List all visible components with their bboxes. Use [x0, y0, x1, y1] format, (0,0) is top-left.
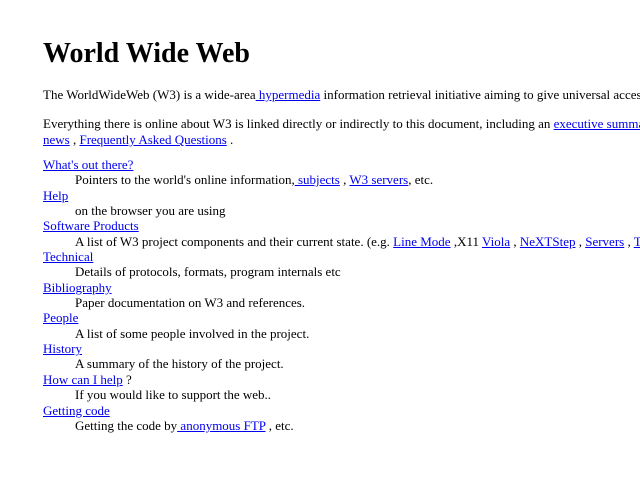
intro-text-before: The WorldWideWeb (W3) is a wide-area	[43, 87, 256, 102]
help-link[interactable]: Help	[43, 188, 68, 203]
topic-term: How can I help ?	[43, 372, 640, 387]
topic-term: Help	[43, 188, 640, 203]
topic-description: A list of W3 project components and thei…	[75, 234, 640, 249]
hypermedia-link[interactable]: hypermedia	[256, 87, 320, 102]
overview-separator: ,	[69, 132, 80, 147]
x11-text: ,X11	[450, 233, 482, 249]
tools-link[interactable]: To	[634, 234, 640, 249]
how-can-i-help-desc: If you would like to support the web..	[75, 387, 272, 403]
desc-suffix: , etc.	[408, 172, 434, 188]
getting-code-link[interactable]: Getting code	[43, 403, 110, 418]
history-desc: A summary of the history of the project.	[75, 356, 284, 372]
help-question-suffix: ?	[122, 371, 132, 387]
intro-paragraph: The WorldWideWeb (W3) is a wide-area hyp…	[43, 87, 640, 103]
overview-text: Everything there is online about W3 is l…	[43, 116, 554, 131]
whats-out-there-link[interactable]: What's out there?	[43, 157, 133, 172]
subjects-link[interactable]: subjects	[295, 172, 340, 187]
overview-paragraph: Everything there is online about W3 is l…	[43, 116, 640, 148]
how-can-i-help-link[interactable]: How can I help	[43, 372, 123, 387]
technical-link[interactable]: Technical	[43, 249, 93, 264]
desc-suffix: , etc.	[265, 417, 294, 433]
topic-term: Bibliography	[43, 280, 640, 295]
software-products-link[interactable]: Software Products	[43, 218, 139, 233]
topic-term: People	[43, 310, 640, 325]
nextstep-link[interactable]: NeXTStep	[520, 234, 576, 249]
desc-separator: ,	[624, 233, 634, 249]
topic-description: Getting the code by anonymous FTP , etc.	[75, 418, 640, 433]
topic-term: Software Products	[43, 218, 640, 233]
faq-link[interactable]: Frequently Asked Questions	[79, 132, 226, 147]
topics-list: What's out there? Pointers to the world'…	[43, 157, 640, 433]
topic-term: History	[43, 341, 640, 356]
viola-link[interactable]: Viola	[482, 234, 510, 249]
anonymous-ftp-link[interactable]: anonymous FTP	[177, 418, 265, 433]
software-products-desc: A list of W3 project components and thei…	[75, 233, 394, 249]
intro-text-after: information retrieval initiative aiming …	[320, 87, 640, 102]
desc-separator: ,	[510, 233, 520, 249]
getting-code-desc: Getting the code by	[75, 417, 178, 433]
help-desc: on the browser you are using	[75, 203, 226, 219]
desc-separator: ,	[575, 233, 586, 249]
history-link[interactable]: History	[43, 341, 82, 356]
topic-term: Getting code	[43, 403, 640, 418]
people-desc: A list of some people involved in the pr…	[75, 325, 310, 341]
technical-desc: Details of protocols, formats, program i…	[75, 264, 341, 280]
page-title: World Wide Web	[43, 38, 250, 69]
line-mode-link[interactable]: Line Mode	[393, 234, 450, 249]
executive-summary-link[interactable]: executive summar	[554, 116, 640, 131]
overview-end: .	[226, 132, 234, 147]
whats-out-there-desc: Pointers to the world's online informati…	[75, 172, 295, 188]
topic-description: Pointers to the world's online informati…	[75, 172, 640, 187]
bibliography-desc: Paper documentation on W3 and references…	[75, 295, 306, 311]
news-link[interactable]: news	[43, 132, 70, 147]
bibliography-link[interactable]: Bibliography	[43, 280, 112, 295]
w3-servers-link[interactable]: W3 servers	[349, 172, 408, 187]
web-page: { "title": "World Wide Web", "intro": { …	[0, 0, 640, 480]
topic-term: Technical	[43, 249, 640, 264]
people-link[interactable]: People	[43, 310, 78, 325]
desc-separator: ,	[339, 172, 350, 188]
servers-link[interactable]: Servers	[585, 234, 624, 249]
topic-term: What's out there?	[43, 157, 640, 172]
